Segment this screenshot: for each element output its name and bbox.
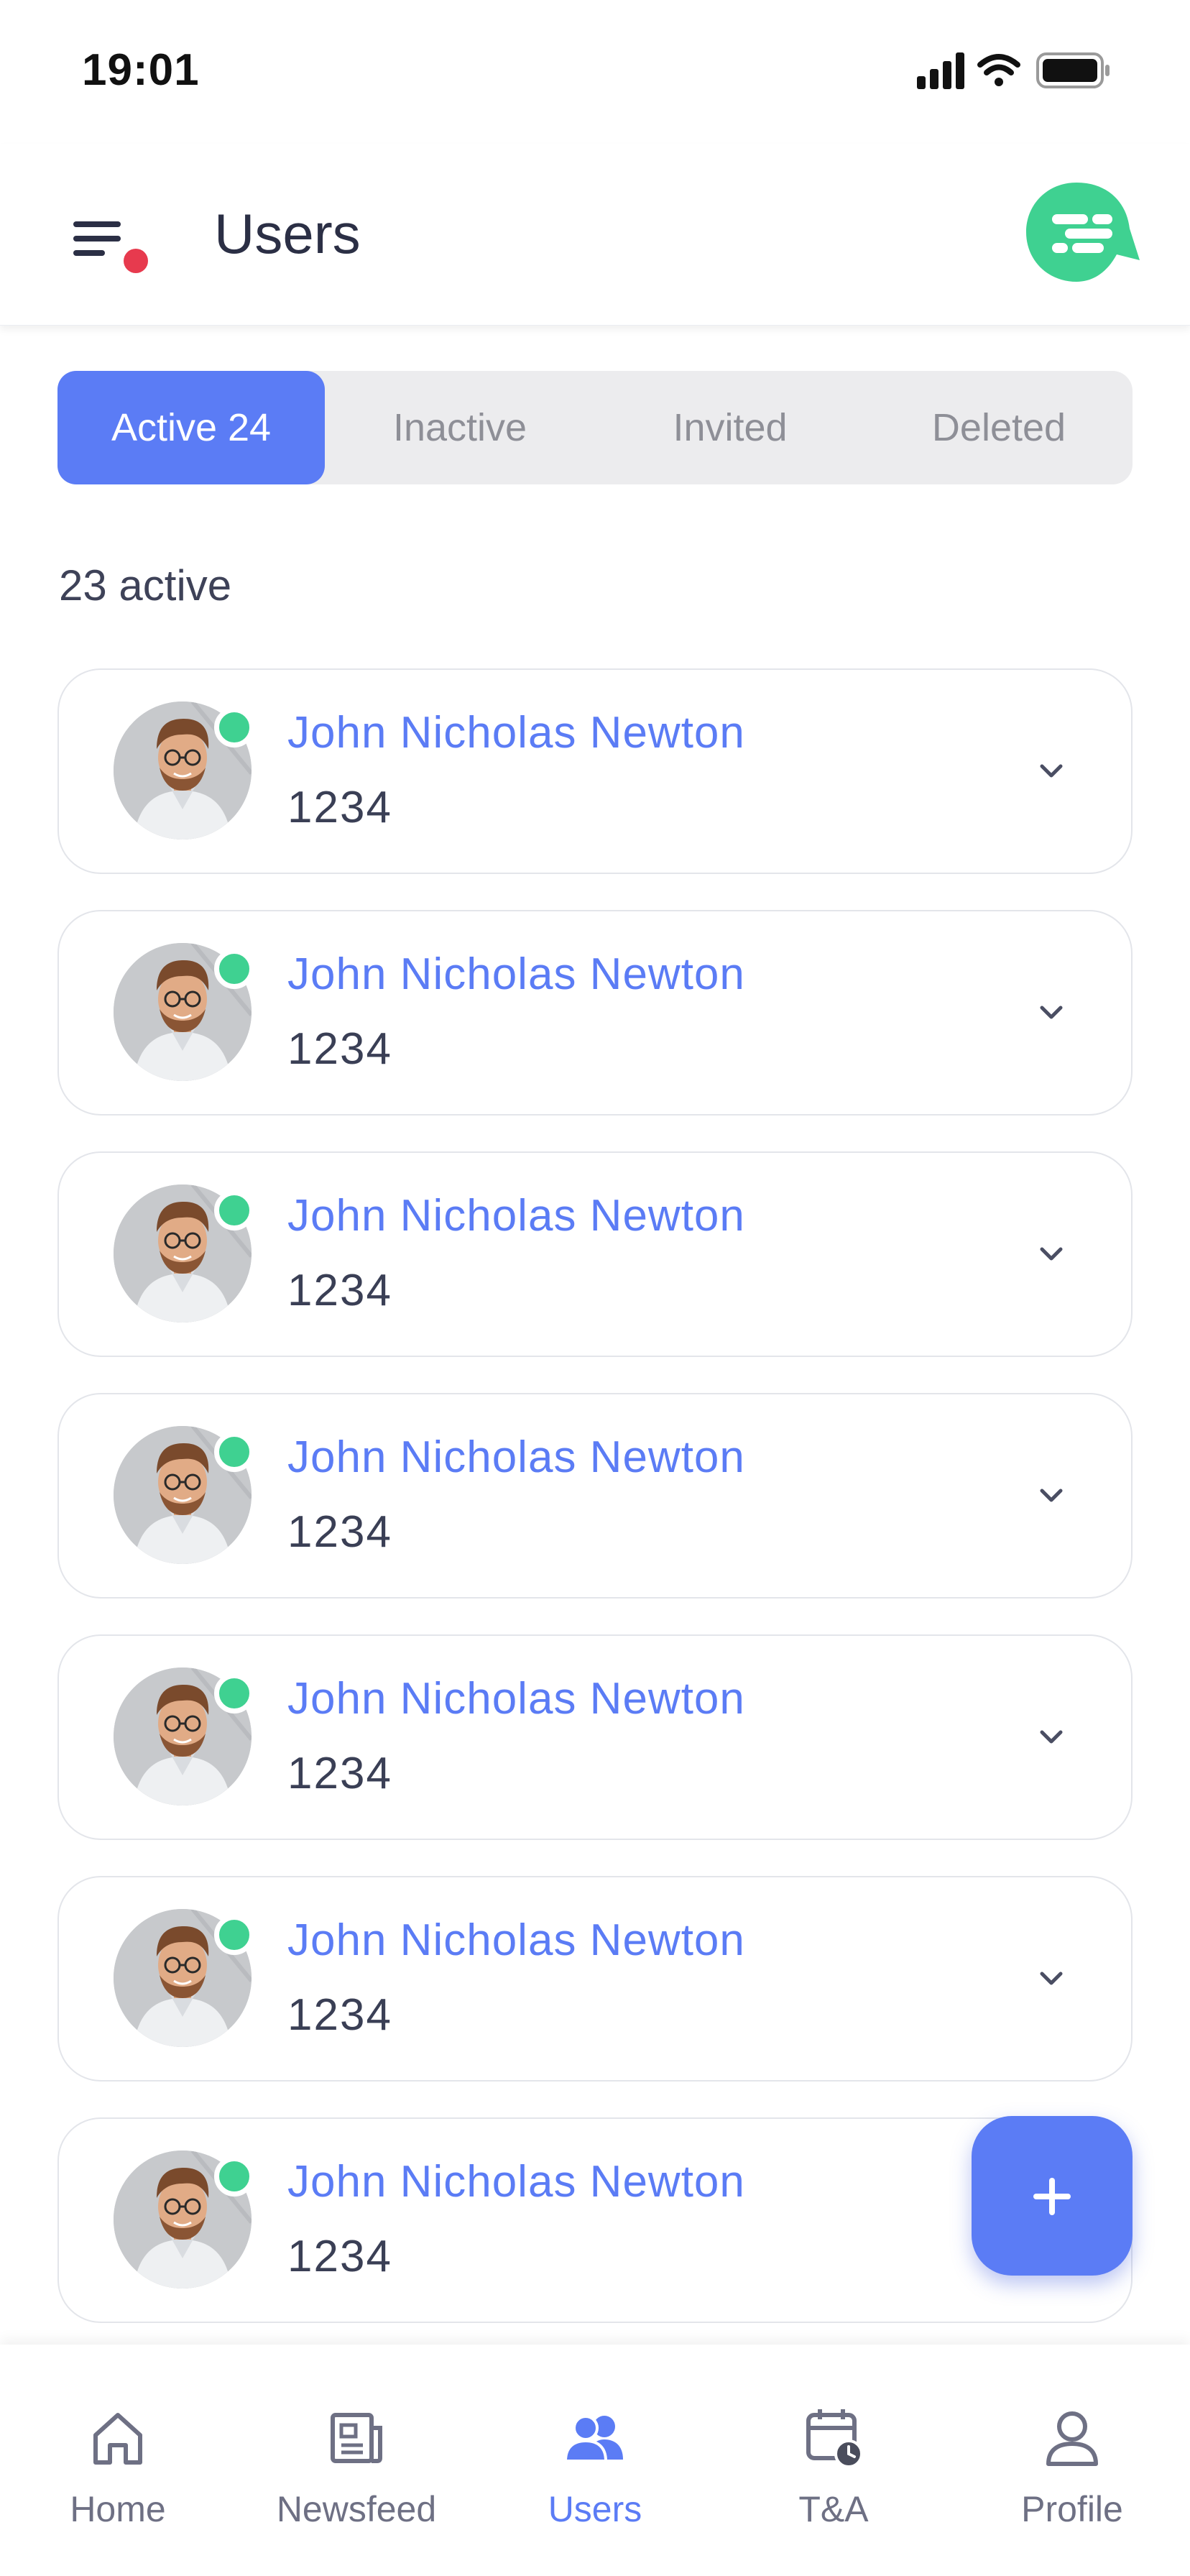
user-id: 1234 (287, 1749, 392, 1798)
chat-icon (1026, 183, 1140, 282)
tab-active[interactable]: Active 24 (57, 371, 325, 484)
online-status-indicator (214, 1915, 254, 1955)
nav-time-attendance[interactable]: T&A (726, 2345, 941, 2576)
user-card[interactable]: John Nicholas Newton 1234 (57, 910, 1133, 1116)
plus-icon (1033, 2178, 1071, 2215)
user-id: 1234 (287, 783, 392, 832)
chevron-down-icon[interactable] (1033, 1236, 1069, 1272)
status-icons (917, 50, 1111, 91)
menu-button[interactable] (69, 204, 148, 273)
user-id: 1234 (287, 1507, 392, 1557)
status-tabs: Active 24 Inactive Invited Deleted (57, 371, 1133, 484)
profile-icon (1046, 2411, 1098, 2466)
nav-profile[interactable]: Profile (964, 2345, 1180, 2576)
page-title: Users (214, 202, 361, 265)
nav-users[interactable]: Users (487, 2345, 703, 2576)
chevron-down-icon[interactable] (1033, 1478, 1069, 1514)
user-id: 1234 (287, 1990, 392, 2040)
nav-time-attendance-label: T&A (798, 2489, 869, 2529)
online-status-indicator (214, 2156, 254, 2196)
time-attendance-icon (806, 2409, 863, 2468)
newsfeed-icon (331, 2413, 382, 2463)
user-id: 1234 (287, 2232, 392, 2281)
user-name: John Nicholas Newton (287, 708, 745, 758)
user-card[interactable]: John Nicholas Newton 1234 (57, 1876, 1133, 2082)
app-header: Users (0, 144, 1190, 326)
nav-newsfeed[interactable]: Newsfeed (249, 2345, 464, 2576)
user-name: John Nicholas Newton (287, 1674, 745, 1724)
nav-newsfeed-label: Newsfeed (276, 2489, 437, 2529)
add-user-button[interactable] (972, 2116, 1133, 2276)
chevron-down-icon[interactable] (1033, 995, 1069, 1031)
wifi-icon (977, 54, 1020, 86)
battery-icon (1036, 52, 1110, 88)
online-status-indicator (214, 1673, 254, 1714)
user-name: John Nicholas Newton (287, 949, 745, 999)
user-id: 1234 (287, 1266, 392, 1315)
user-card[interactable]: John Nicholas Newton 1234 (57, 668, 1133, 874)
user-name: John Nicholas Newton (287, 1191, 745, 1241)
chevron-down-icon[interactable] (1033, 1961, 1069, 1997)
nav-home[interactable]: Home (10, 2345, 226, 2576)
chevron-down-icon[interactable] (1033, 1719, 1069, 1755)
tab-inactive[interactable]: Inactive (325, 371, 595, 484)
active-count: 23 active (59, 561, 232, 610)
online-status-indicator (214, 1432, 254, 1472)
user-card[interactable]: John Nicholas Newton 1234 (57, 1634, 1133, 1840)
tab-deleted[interactable]: Deleted (865, 371, 1133, 484)
user-card[interactable]: John Nicholas Newton 1234 (57, 1393, 1133, 1598)
bottom-nav: Home Newsfeed Users T&A Profile (0, 2345, 1190, 2576)
status-time: 19:01 (82, 45, 200, 95)
chat-button[interactable] (1023, 180, 1141, 288)
user-name: John Nicholas Newton (287, 2157, 745, 2207)
tab-invited[interactable]: Invited (595, 371, 865, 484)
user-id: 1234 (287, 1024, 392, 1074)
notification-dot (124, 249, 148, 273)
users-icon (563, 2415, 623, 2462)
status-bar: 19:01 (0, 0, 1190, 144)
online-status-indicator (214, 707, 254, 748)
user-name: John Nicholas Newton (287, 1915, 745, 1965)
nav-profile-label: Profile (1021, 2489, 1123, 2529)
online-status-indicator (214, 949, 254, 989)
user-card[interactable]: John Nicholas Newton 1234 (57, 1151, 1133, 1357)
nav-home-label: Home (70, 2489, 166, 2529)
online-status-indicator (214, 1190, 254, 1230)
nav-users-label: Users (548, 2489, 642, 2529)
chevron-down-icon[interactable] (1033, 753, 1069, 789)
home-icon (93, 2413, 142, 2465)
signal-icon (917, 52, 964, 89)
user-name: John Nicholas Newton (287, 1432, 745, 1482)
